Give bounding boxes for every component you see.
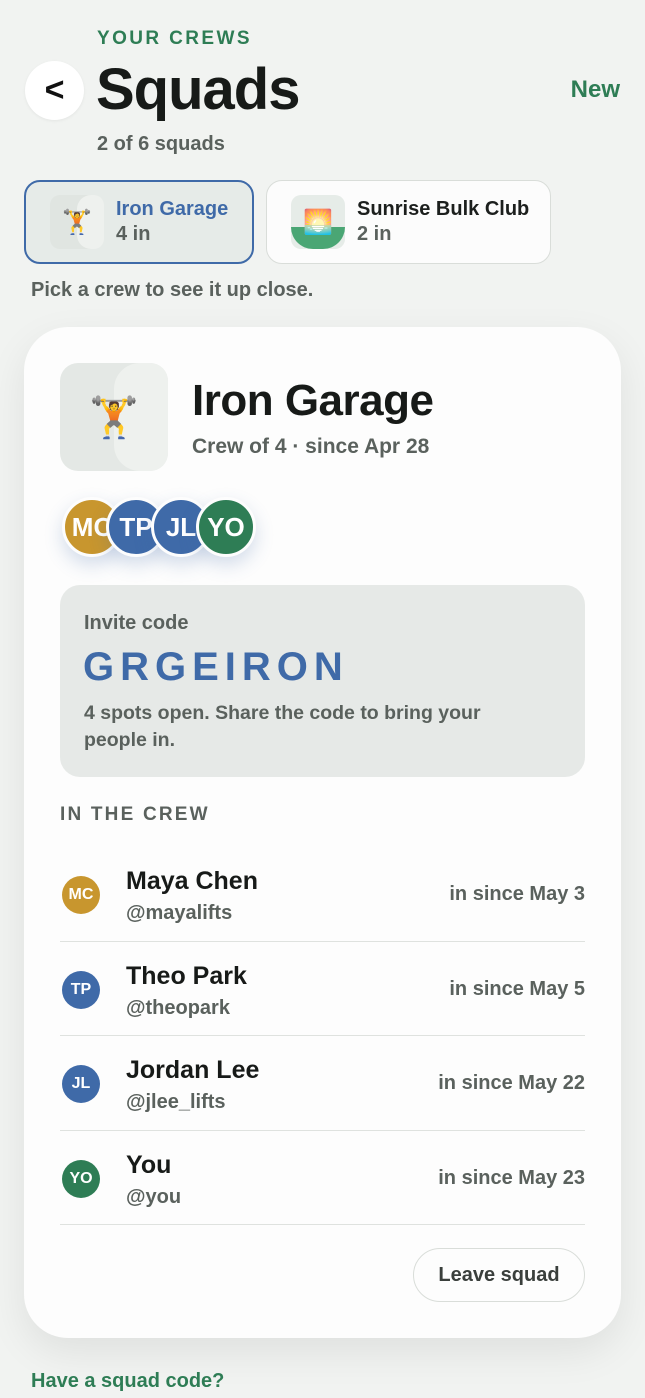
squad-count: 2 of 6 squads [97,133,225,155]
list-item[interactable]: TP Theo Park @theopark in since May 5 [60,942,585,1036]
member-handle: @you [126,1185,182,1208]
member-since: in since May 22 [438,1072,585,1094]
avatar: YO [196,497,256,557]
back-button[interactable]: < [25,61,84,120]
squad-tab-name: Sunrise Bulk Club [357,198,530,220]
eyebrow-label: YOUR CREWS [97,28,252,49]
member-handle: @jlee_lifts [126,1091,226,1113]
crew-card: 🏋️ Iron Garage Crew of 4 · since Apr 28 … [24,327,621,1338]
new-squad-button[interactable]: New [571,76,620,104]
squad-tab-iron-garage[interactable]: 🏋️ Iron Garage 4 in [24,180,254,264]
sunrise-icon: 🌅 [291,195,345,249]
crew-logo-emoji: 🏋️ [89,395,139,440]
list-item[interactable]: MC Maya Chen @mayalifts in since May 3 [60,847,585,942]
invite-label: Invite code [84,612,189,634]
member-name: Maya Chen [126,867,258,895]
member-list: MC Maya Chen @mayalifts in since May 3 T… [60,847,585,1225]
member-name: Jordan Lee [126,1056,260,1084]
avatar: JL [62,1065,100,1103]
squad-tab-members: 2 in [357,223,392,245]
hint-text: Pick a crew to see it up close. [31,279,314,301]
avatar: MC [62,876,100,914]
member-handle: @theopark [126,996,230,1019]
member-since: in since May 23 [438,1166,585,1189]
invite-note: 4 spots open. Share the code to bring yo… [84,702,481,751]
weightlifter-emoji: 🏋️ [62,208,92,236]
squad-tab-sunrise-bulk-club[interactable]: 🌅 Sunrise Bulk Club 2 in [266,180,551,264]
member-name: Theo Park [126,961,247,990]
page-title: Squads [96,57,300,122]
squad-tab-name: Iron Garage [116,198,229,220]
invite-code[interactable]: GRGEIRON [83,645,349,690]
crew-name: Iron Garage [192,376,434,425]
crew-meta: Crew of 4 · since Apr 28 [192,435,430,458]
member-since: in since May 3 [449,883,585,905]
list-item[interactable]: JL Jordan Lee @jlee_lifts in since May 2… [60,1036,585,1131]
leave-squad-button[interactable]: Leave squad [413,1248,585,1302]
avatar: TP [62,970,100,1009]
weightlifter-icon: 🏋️ [50,195,104,249]
weightlifter-icon: 🏋️ [60,363,168,471]
sunrise-emoji: 🌅 [303,208,333,236]
have-squad-code-link[interactable]: Have a squad code? [31,1370,224,1393]
list-item[interactable]: YO You @you in since May 23 [60,1131,585,1225]
invite-box: Invite code GRGEIRON 4 spots open. Share… [60,585,585,777]
member-handle: @mayalifts [126,902,233,924]
member-name: You [126,1150,172,1179]
member-since: in since May 5 [449,977,585,1000]
section-title: IN THE CREW [60,804,210,825]
squad-tab-members: 4 in [116,223,151,245]
avatar: YO [62,1159,100,1198]
